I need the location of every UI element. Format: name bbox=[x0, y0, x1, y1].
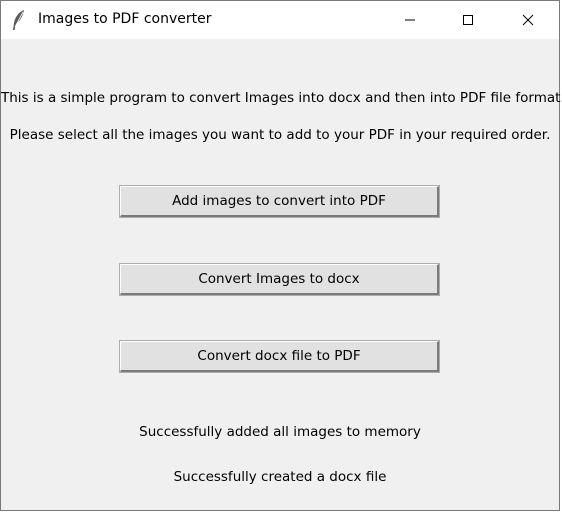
minimize-button[interactable] bbox=[387, 1, 433, 39]
convert-to-pdf-button[interactable]: Convert docx file to PDF bbox=[119, 340, 440, 373]
window-title: Images to PDF converter bbox=[38, 11, 212, 27]
app-window: Images to PDF converter This is a simple… bbox=[0, 0, 562, 511]
close-button[interactable] bbox=[505, 1, 551, 39]
maximize-button[interactable] bbox=[445, 1, 491, 39]
title-bar[interactable]: Images to PDF converter bbox=[1, 1, 559, 39]
instruction-text: Please select all the images you want to… bbox=[9, 127, 551, 143]
intro-text: This is a simple program to convert Imag… bbox=[1, 90, 562, 106]
feather-icon bbox=[11, 9, 27, 31]
minimize-icon bbox=[404, 11, 416, 30]
add-images-button[interactable]: Add images to convert into PDF bbox=[119, 185, 440, 218]
convert-to-docx-button[interactable]: Convert Images to docx bbox=[119, 263, 440, 296]
status-images-added: Successfully added all images to memory bbox=[139, 424, 421, 440]
status-docx-created: Successfully created a docx file bbox=[173, 469, 387, 485]
maximize-icon bbox=[462, 11, 474, 30]
main-panel: This is a simple program to convert Imag… bbox=[1, 39, 562, 510]
close-icon bbox=[522, 11, 534, 30]
